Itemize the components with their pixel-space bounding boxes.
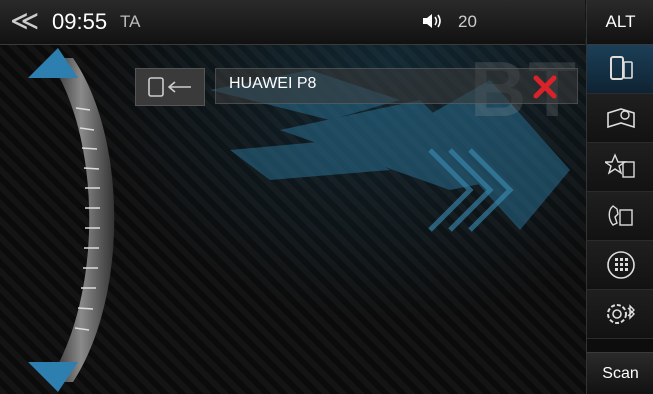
scroll-wheel[interactable] xyxy=(18,48,122,392)
phone-device-icon xyxy=(609,56,633,80)
clock: 09:55 xyxy=(52,9,108,34)
bluetooth-settings-icon xyxy=(606,304,635,324)
bluetooth-settings-button[interactable] xyxy=(587,290,653,339)
favorites-button[interactable] xyxy=(587,143,653,192)
right-sidebar: ALT Scan xyxy=(586,0,653,394)
device-name[interactable]: HUAWEI P8 xyxy=(215,68,578,104)
phone-connect-icon xyxy=(148,77,191,97)
ta-indicator[interactable]: TA xyxy=(120,12,140,32)
status-bar: ≪ 09:55 TA 20 xyxy=(0,0,585,45)
scan-button[interactable]: Scan xyxy=(587,352,653,394)
phonebook-icon xyxy=(606,108,635,129)
bluetooth-screen: ≪ 09:55 TA 20 ALT Scan HUAWEI P8 xyxy=(0,0,653,394)
list-item[interactable]: HUAWEI P8 xyxy=(135,68,578,106)
back-button[interactable]: ≪ xyxy=(10,6,39,36)
favorites-icon xyxy=(604,153,635,178)
connect-device-button[interactable] xyxy=(135,68,205,106)
delete-icon[interactable] xyxy=(528,70,562,104)
dialpad-icon xyxy=(606,251,635,279)
alt-button[interactable]: ALT xyxy=(587,0,653,45)
volume-level: 20 xyxy=(458,12,477,31)
call-log-button[interactable] xyxy=(587,192,653,241)
phone-device-button[interactable] xyxy=(587,45,653,94)
dialpad-button[interactable] xyxy=(587,241,653,290)
phonebook-button[interactable] xyxy=(587,94,653,143)
speaker-icon xyxy=(422,12,444,35)
call-log-icon xyxy=(608,205,633,226)
